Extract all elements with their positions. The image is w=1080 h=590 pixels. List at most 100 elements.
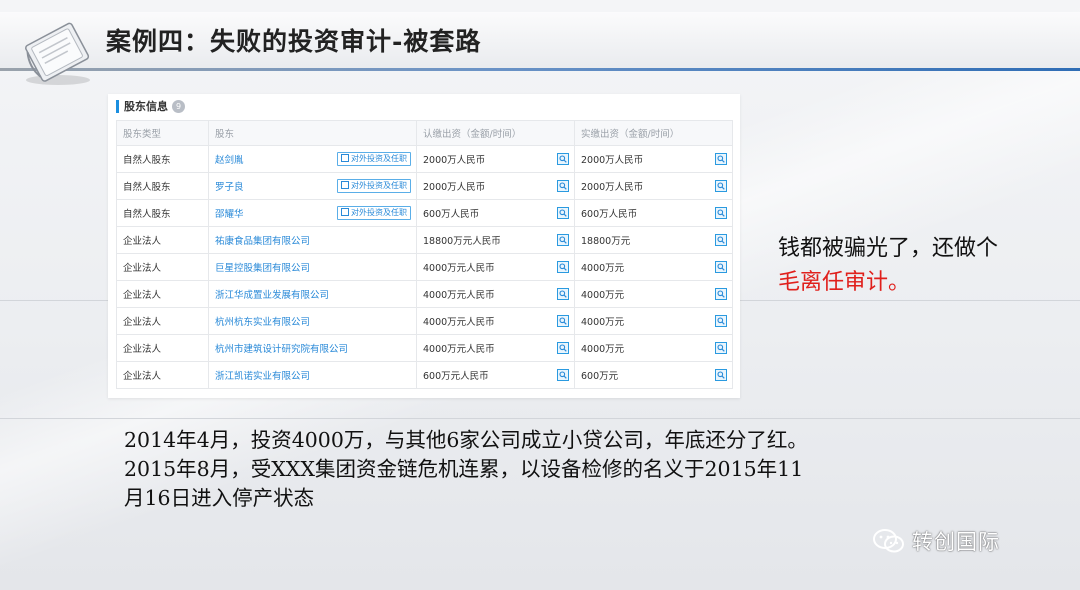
count-badge: 9 <box>172 99 185 113</box>
cell-paid: 4000万元 <box>574 280 733 308</box>
section-header: 股东信息 9 <box>116 98 185 114</box>
search-icon[interactable] <box>557 180 569 192</box>
subscribed-amount: 18800万元人民币 <box>423 236 501 247</box>
shareholder-link[interactable]: 罗子良 <box>215 179 244 193</box>
investment-tag-button[interactable]: 对外投资及任职 <box>337 179 411 193</box>
shareholder-info-panel: 股东信息 9 股东类型 股东 认缴出资（金额/时间） 实缴出资（金额/时间） 自… <box>108 94 740 398</box>
cell-paid: 2000万人民币 <box>574 172 733 200</box>
subscribed-amount: 600万人民币 <box>423 209 480 220</box>
tag-label: 对外投资及任职 <box>351 181 407 190</box>
shareholder-link[interactable]: 赵剑胤 <box>215 152 244 166</box>
tag-label: 对外投资及任职 <box>351 154 407 163</box>
column-header-subscribed: 认缴出资（金额/时间） <box>416 120 575 146</box>
tag-icon <box>341 208 349 216</box>
cell-subscribed: 18800万元人民币 <box>416 226 575 254</box>
subscribed-amount: 4000万元人民币 <box>423 290 495 301</box>
subscribed-amount: 4000万元人民币 <box>423 344 495 355</box>
search-icon[interactable] <box>715 180 727 192</box>
shareholder-link[interactable]: 邵耀华 <box>215 206 244 220</box>
cell-shareholder: 浙江凯诺实业有限公司 <box>208 361 417 389</box>
cell-type: 企业法人 <box>116 307 209 335</box>
cell-shareholder: 邵耀华 对外投资及任职 <box>208 199 417 227</box>
shareholder-link[interactable]: 祐康食品集团有限公司 <box>215 233 310 247</box>
cell-paid: 18800万元 <box>574 226 733 254</box>
shareholder-link[interactable]: 杭州杭东实业有限公司 <box>215 314 310 328</box>
paid-amount: 2000万人民币 <box>581 182 644 193</box>
section-accent-bar <box>116 99 119 113</box>
search-icon[interactable] <box>557 261 569 273</box>
paid-amount: 4000万元 <box>581 290 625 301</box>
background-line <box>0 418 1080 419</box>
paragraph-line: 2014年4月，投资4000万，与其他6家公司成立小贷公司，年底还分了红。 <box>124 428 808 452</box>
paid-amount: 4000万元 <box>581 344 625 355</box>
cell-type: 自然人股东 <box>116 172 209 200</box>
table-row: 自然人股东 罗子良 对外投资及任职 2000万人民币 2000万人民币 <box>116 172 733 200</box>
cell-paid: 600万人民币 <box>574 199 733 227</box>
tag-icon <box>341 181 349 189</box>
shareholder-link[interactable]: 杭州市建筑设计研究院有限公司 <box>215 341 348 355</box>
search-icon[interactable] <box>557 315 569 327</box>
paid-amount: 4000万元 <box>581 317 625 328</box>
search-icon[interactable] <box>557 207 569 219</box>
cell-subscribed: 4000万元人民币 <box>416 307 575 335</box>
subscribed-amount: 4000万元人民币 <box>423 317 495 328</box>
watermark-text: 转创国际 <box>912 530 1000 554</box>
investment-tag-button[interactable]: 对外投资及任职 <box>337 206 411 220</box>
wechat-icon <box>873 529 904 553</box>
search-icon[interactable] <box>715 288 727 300</box>
search-icon[interactable] <box>715 207 727 219</box>
search-icon[interactable] <box>715 315 727 327</box>
search-icon[interactable] <box>557 234 569 246</box>
side-note-line1: 钱都被骗光了，还做个 <box>778 236 999 261</box>
cell-subscribed: 4000万元人民币 <box>416 334 575 362</box>
table-row: 企业法人 杭州市建筑设计研究院有限公司 4000万元人民币 4000万元 <box>116 334 733 362</box>
search-icon[interactable] <box>715 369 727 381</box>
table-row: 企业法人 巨星控股集团有限公司 4000万元人民币 4000万元 <box>116 253 733 281</box>
search-icon[interactable] <box>557 288 569 300</box>
cell-paid: 4000万元 <box>574 253 733 281</box>
search-icon[interactable] <box>557 369 569 381</box>
shareholder-link[interactable]: 巨星控股集团有限公司 <box>215 260 310 274</box>
cell-shareholder: 罗子良 对外投资及任职 <box>208 172 417 200</box>
cell-type: 自然人股东 <box>116 199 209 227</box>
cell-subscribed: 4000万元人民币 <box>416 280 575 308</box>
cell-subscribed: 600万元人民币 <box>416 361 575 389</box>
paid-amount: 600万人民币 <box>581 209 638 220</box>
paragraph-line: 月16日进入停产状态 <box>124 486 315 510</box>
tag-label: 对外投资及任职 <box>351 208 407 217</box>
case-description: 2014年4月，投资4000万，与其他6家公司成立小贷公司，年底还分了红。 20… <box>124 426 924 513</box>
cell-subscribed: 600万人民币 <box>416 199 575 227</box>
cell-shareholder: 浙江华成置业发展有限公司 <box>208 280 417 308</box>
paid-amount: 4000万元 <box>581 263 625 274</box>
table-row: 自然人股东 邵耀华 对外投资及任职 600万人民币 600万人民币 <box>116 199 733 227</box>
search-icon[interactable] <box>715 342 727 354</box>
paragraph-line: 2015年8月，受XXX集团资金链危机连累，以设备检修的名义于2015年11 <box>124 457 804 481</box>
shareholder-link[interactable]: 浙江凯诺实业有限公司 <box>215 368 310 382</box>
table-row: 企业法人 浙江华成置业发展有限公司 4000万元人民币 4000万元 <box>116 280 733 308</box>
column-header-paid: 实缴出资（金额/时间） <box>574 120 733 146</box>
subscribed-amount: 600万元人民币 <box>423 371 489 382</box>
search-icon[interactable] <box>715 153 727 165</box>
subscribed-amount: 4000万元人民币 <box>423 263 495 274</box>
paid-amount: 2000万人民币 <box>581 155 644 166</box>
shareholder-table: 股东类型 股东 认缴出资（金额/时间） 实缴出资（金额/时间） 自然人股东 赵剑胤… <box>116 120 733 389</box>
column-header-shareholder: 股东 <box>208 120 417 146</box>
table-row: 企业法人 浙江凯诺实业有限公司 600万元人民币 600万元 <box>116 361 733 389</box>
search-icon[interactable] <box>715 234 727 246</box>
search-icon[interactable] <box>557 153 569 165</box>
cell-type: 企业法人 <box>116 226 209 254</box>
cell-type: 企业法人 <box>116 280 209 308</box>
cell-paid: 2000万人民币 <box>574 145 733 173</box>
slide-title: 案例四：失败的投资审计-被套路 <box>106 27 482 56</box>
paid-amount: 18800万元 <box>581 236 631 247</box>
cell-shareholder: 赵剑胤 对外投资及任职 <box>208 145 417 173</box>
table-header-row: 股东类型 股东 认缴出资（金额/时间） 实缴出资（金额/时间） <box>116 120 733 146</box>
cell-shareholder: 杭州市建筑设计研究院有限公司 <box>208 334 417 362</box>
table-row: 企业法人 杭州杭东实业有限公司 4000万元人民币 4000万元 <box>116 307 733 335</box>
investment-tag-button[interactable]: 对外投资及任职 <box>337 152 411 166</box>
search-icon[interactable] <box>557 342 569 354</box>
shareholder-link[interactable]: 浙江华成置业发展有限公司 <box>215 287 329 301</box>
tag-icon <box>341 154 349 162</box>
search-icon[interactable] <box>715 261 727 273</box>
side-note: 钱都被骗光了，还做个 毛离任审计。 <box>778 232 998 300</box>
